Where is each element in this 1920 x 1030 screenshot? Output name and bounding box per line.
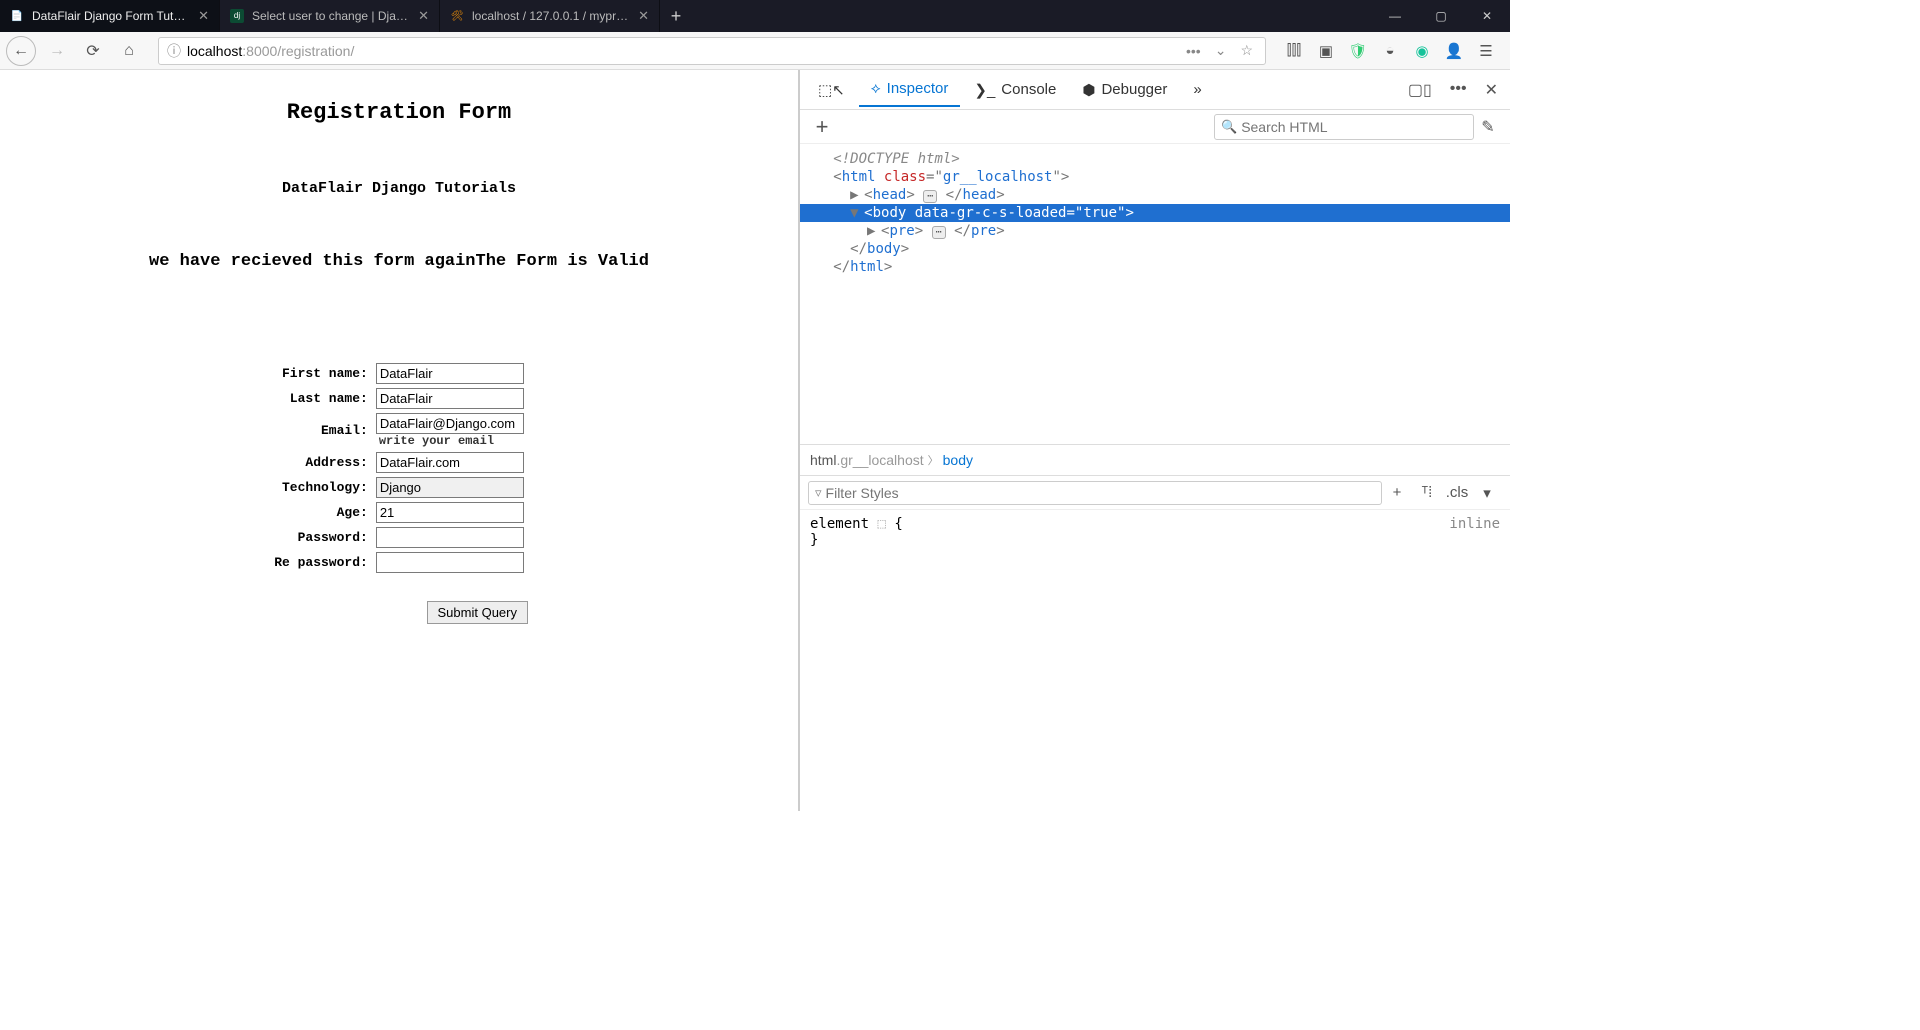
tab-title: localhost / 127.0.0.1 / myprojec xyxy=(472,9,630,23)
first-name-field[interactable] xyxy=(376,363,524,384)
last-name-label: Last name: xyxy=(270,386,372,411)
devtools-more-tabs[interactable]: » xyxy=(1181,73,1213,106)
page-heading-3: we have recieved this form againThe Form… xyxy=(20,252,778,271)
dom-breadcrumb: html.gr__localhost 〉 body xyxy=(800,444,1510,476)
technology-field[interactable] xyxy=(376,477,524,498)
dom-doctype[interactable]: <!DOCTYPE html> xyxy=(800,150,1510,168)
new-tab-button[interactable]: + xyxy=(660,0,692,32)
bookmark-star-icon[interactable]: ☆ xyxy=(1236,42,1257,59)
re-password-label: Re password: xyxy=(270,550,372,575)
extension-icon[interactable]: ◒ xyxy=(1376,37,1404,65)
close-icon[interactable]: ✕ xyxy=(198,8,209,24)
dom-tree[interactable]: <!DOCTYPE html> <html class="gr__localho… xyxy=(800,144,1510,444)
nav-reload-button[interactable]: ⟳ xyxy=(78,36,108,66)
page-content: Registration Form DataFlair Django Tutor… xyxy=(0,70,798,811)
close-icon[interactable]: ✕ xyxy=(638,8,649,24)
registration-form: First name: Last name: Email: write your… xyxy=(270,361,528,575)
re-password-field[interactable] xyxy=(376,552,524,573)
nav-back-button[interactable]: ← xyxy=(6,36,36,66)
dom-pre[interactable]: ▶<pre> ⋯ </pre> xyxy=(800,222,1510,240)
dom-body-close[interactable]: </body> xyxy=(800,240,1510,258)
nav-home-button[interactable]: ⌂ xyxy=(114,36,144,66)
tab-title: DataFlair Django Form Tutorial xyxy=(32,9,190,23)
close-icon[interactable]: ✕ xyxy=(418,8,429,24)
favicon-page-icon: 📄 xyxy=(10,9,24,23)
chevron-right-icon: 〉 xyxy=(928,452,939,468)
nav-forward-button[interactable]: → xyxy=(42,36,72,66)
page-heading-1: Registration Form xyxy=(20,100,778,125)
address-label: Address: xyxy=(270,450,372,475)
filter-icon: ▿ xyxy=(815,485,822,501)
shield-icon[interactable]: 🛡 xyxy=(1344,37,1372,65)
devtools-tab-strip: ⬚↖ ⟡Inspector ❯_Console ⬢Debugger » ▢▯ •… xyxy=(800,70,1510,110)
age-field[interactable] xyxy=(376,502,524,523)
page-actions-icon[interactable]: ••• xyxy=(1182,43,1205,59)
url-text: localhost:8000/registration/ xyxy=(187,43,1176,59)
email-help-text: write your email xyxy=(376,434,524,448)
favicon-phpmyadmin-icon: 🛠 xyxy=(450,9,464,23)
account-icon[interactable]: 👤 xyxy=(1440,37,1468,65)
submit-button[interactable]: Submit Query xyxy=(427,601,528,624)
tab-console[interactable]: ❯_Console xyxy=(962,73,1068,107)
browser-tab-strip: 📄 DataFlair Django Form Tutorial ✕ dj Se… xyxy=(0,0,1510,32)
address-field[interactable] xyxy=(376,452,524,473)
breadcrumb-html[interactable]: html.gr__localhost xyxy=(810,452,924,468)
password-field[interactable] xyxy=(376,527,524,548)
email-label: Email: xyxy=(270,411,372,450)
rule-close: } xyxy=(810,532,1500,548)
technology-label: Technology: xyxy=(270,475,372,500)
filter-styles-box[interactable]: ▿ xyxy=(808,481,1382,505)
breadcrumb-body[interactable]: body xyxy=(943,452,973,468)
responsive-mode-icon[interactable]: ▢▯ xyxy=(1402,74,1438,106)
tab-title: Select user to change | Django site xyxy=(252,9,410,23)
add-rule-icon[interactable]: + xyxy=(1382,484,1412,501)
dom-head[interactable]: ▶<head> ⋯ </head> xyxy=(800,186,1510,204)
dom-html-close[interactable]: </html> xyxy=(800,258,1510,276)
filter-styles-input[interactable] xyxy=(826,485,1375,501)
site-info-icon[interactable]: ⓘ xyxy=(167,41,181,61)
browser-toolbar: ← → ⟳ ⌂ ⓘ localhost:8000/registration/ •… xyxy=(0,32,1510,70)
browser-tab-2[interactable]: dj Select user to change | Django site ✕ xyxy=(220,0,440,32)
rule-selector[interactable]: element ⬚ { xyxy=(810,516,903,532)
email-field[interactable] xyxy=(376,413,524,434)
tab-inspector[interactable]: ⟡Inspector xyxy=(859,72,961,107)
grammarly-icon[interactable]: ◉ xyxy=(1408,37,1436,65)
age-label: Age: xyxy=(270,500,372,525)
window-maximize-icon[interactable]: ▢ xyxy=(1418,0,1464,32)
window-close-icon[interactable]: ✕ xyxy=(1464,0,1510,32)
password-label: Password: xyxy=(270,525,372,550)
library-icon[interactable]: ⫿⫿⫿ xyxy=(1280,37,1308,65)
pseudo-class-icon[interactable]: ᵀ⁞ xyxy=(1412,484,1442,501)
search-icon: 🔍 xyxy=(1221,119,1237,135)
devtools-options-icon[interactable]: ••• xyxy=(1444,74,1473,106)
devtools-close-icon[interactable]: ✕ xyxy=(1479,74,1504,106)
pocket-icon[interactable]: ⌄ xyxy=(1211,42,1231,59)
dom-html-open[interactable]: <html class="gr__localhost"> xyxy=(800,168,1510,186)
devtools-pick-element-button[interactable]: ⬚↖ xyxy=(806,73,857,107)
browser-tab-1[interactable]: 📄 DataFlair Django Form Tutorial ✕ xyxy=(0,0,220,32)
add-node-button[interactable]: + xyxy=(808,114,836,140)
styles-toolbar: ▿ + ᵀ⁞ .cls ▾ xyxy=(800,476,1510,510)
page-heading-2: DataFlair Django Tutorials xyxy=(20,180,778,197)
eyedropper-icon[interactable]: ✎ xyxy=(1474,117,1502,137)
dom-body-open[interactable]: ▼<body data-gr-c-s-loaded="true"> xyxy=(800,204,1510,222)
window-minimize-icon[interactable]: — xyxy=(1372,0,1418,32)
search-html-input[interactable] xyxy=(1241,119,1467,135)
devtools-panel: ⬚↖ ⟡Inspector ❯_Console ⬢Debugger » ▢▯ •… xyxy=(798,70,1510,811)
search-html-box[interactable]: 🔍 xyxy=(1214,114,1474,140)
last-name-field[interactable] xyxy=(376,388,524,409)
rule-source[interactable]: inline xyxy=(1449,516,1500,532)
inspector-toolbar: + 🔍 ✎ xyxy=(800,110,1510,144)
sidebar-icon[interactable]: ▣ xyxy=(1312,37,1340,65)
menu-icon[interactable]: ☰ xyxy=(1472,37,1500,65)
cls-toggle[interactable]: .cls xyxy=(1442,484,1472,501)
favicon-django-icon: dj xyxy=(230,9,244,23)
browser-tab-3[interactable]: 🛠 localhost / 127.0.0.1 / myprojec ✕ xyxy=(440,0,660,32)
sidebar-toggle-icon[interactable]: ▾ xyxy=(1472,484,1502,502)
tab-debugger[interactable]: ⬢Debugger xyxy=(1070,73,1179,107)
first-name-label: First name: xyxy=(270,361,372,386)
styles-pane[interactable]: element ⬚ { inline } xyxy=(800,510,1510,811)
address-bar[interactable]: ⓘ localhost:8000/registration/ ••• ⌄ ☆ xyxy=(158,37,1266,65)
